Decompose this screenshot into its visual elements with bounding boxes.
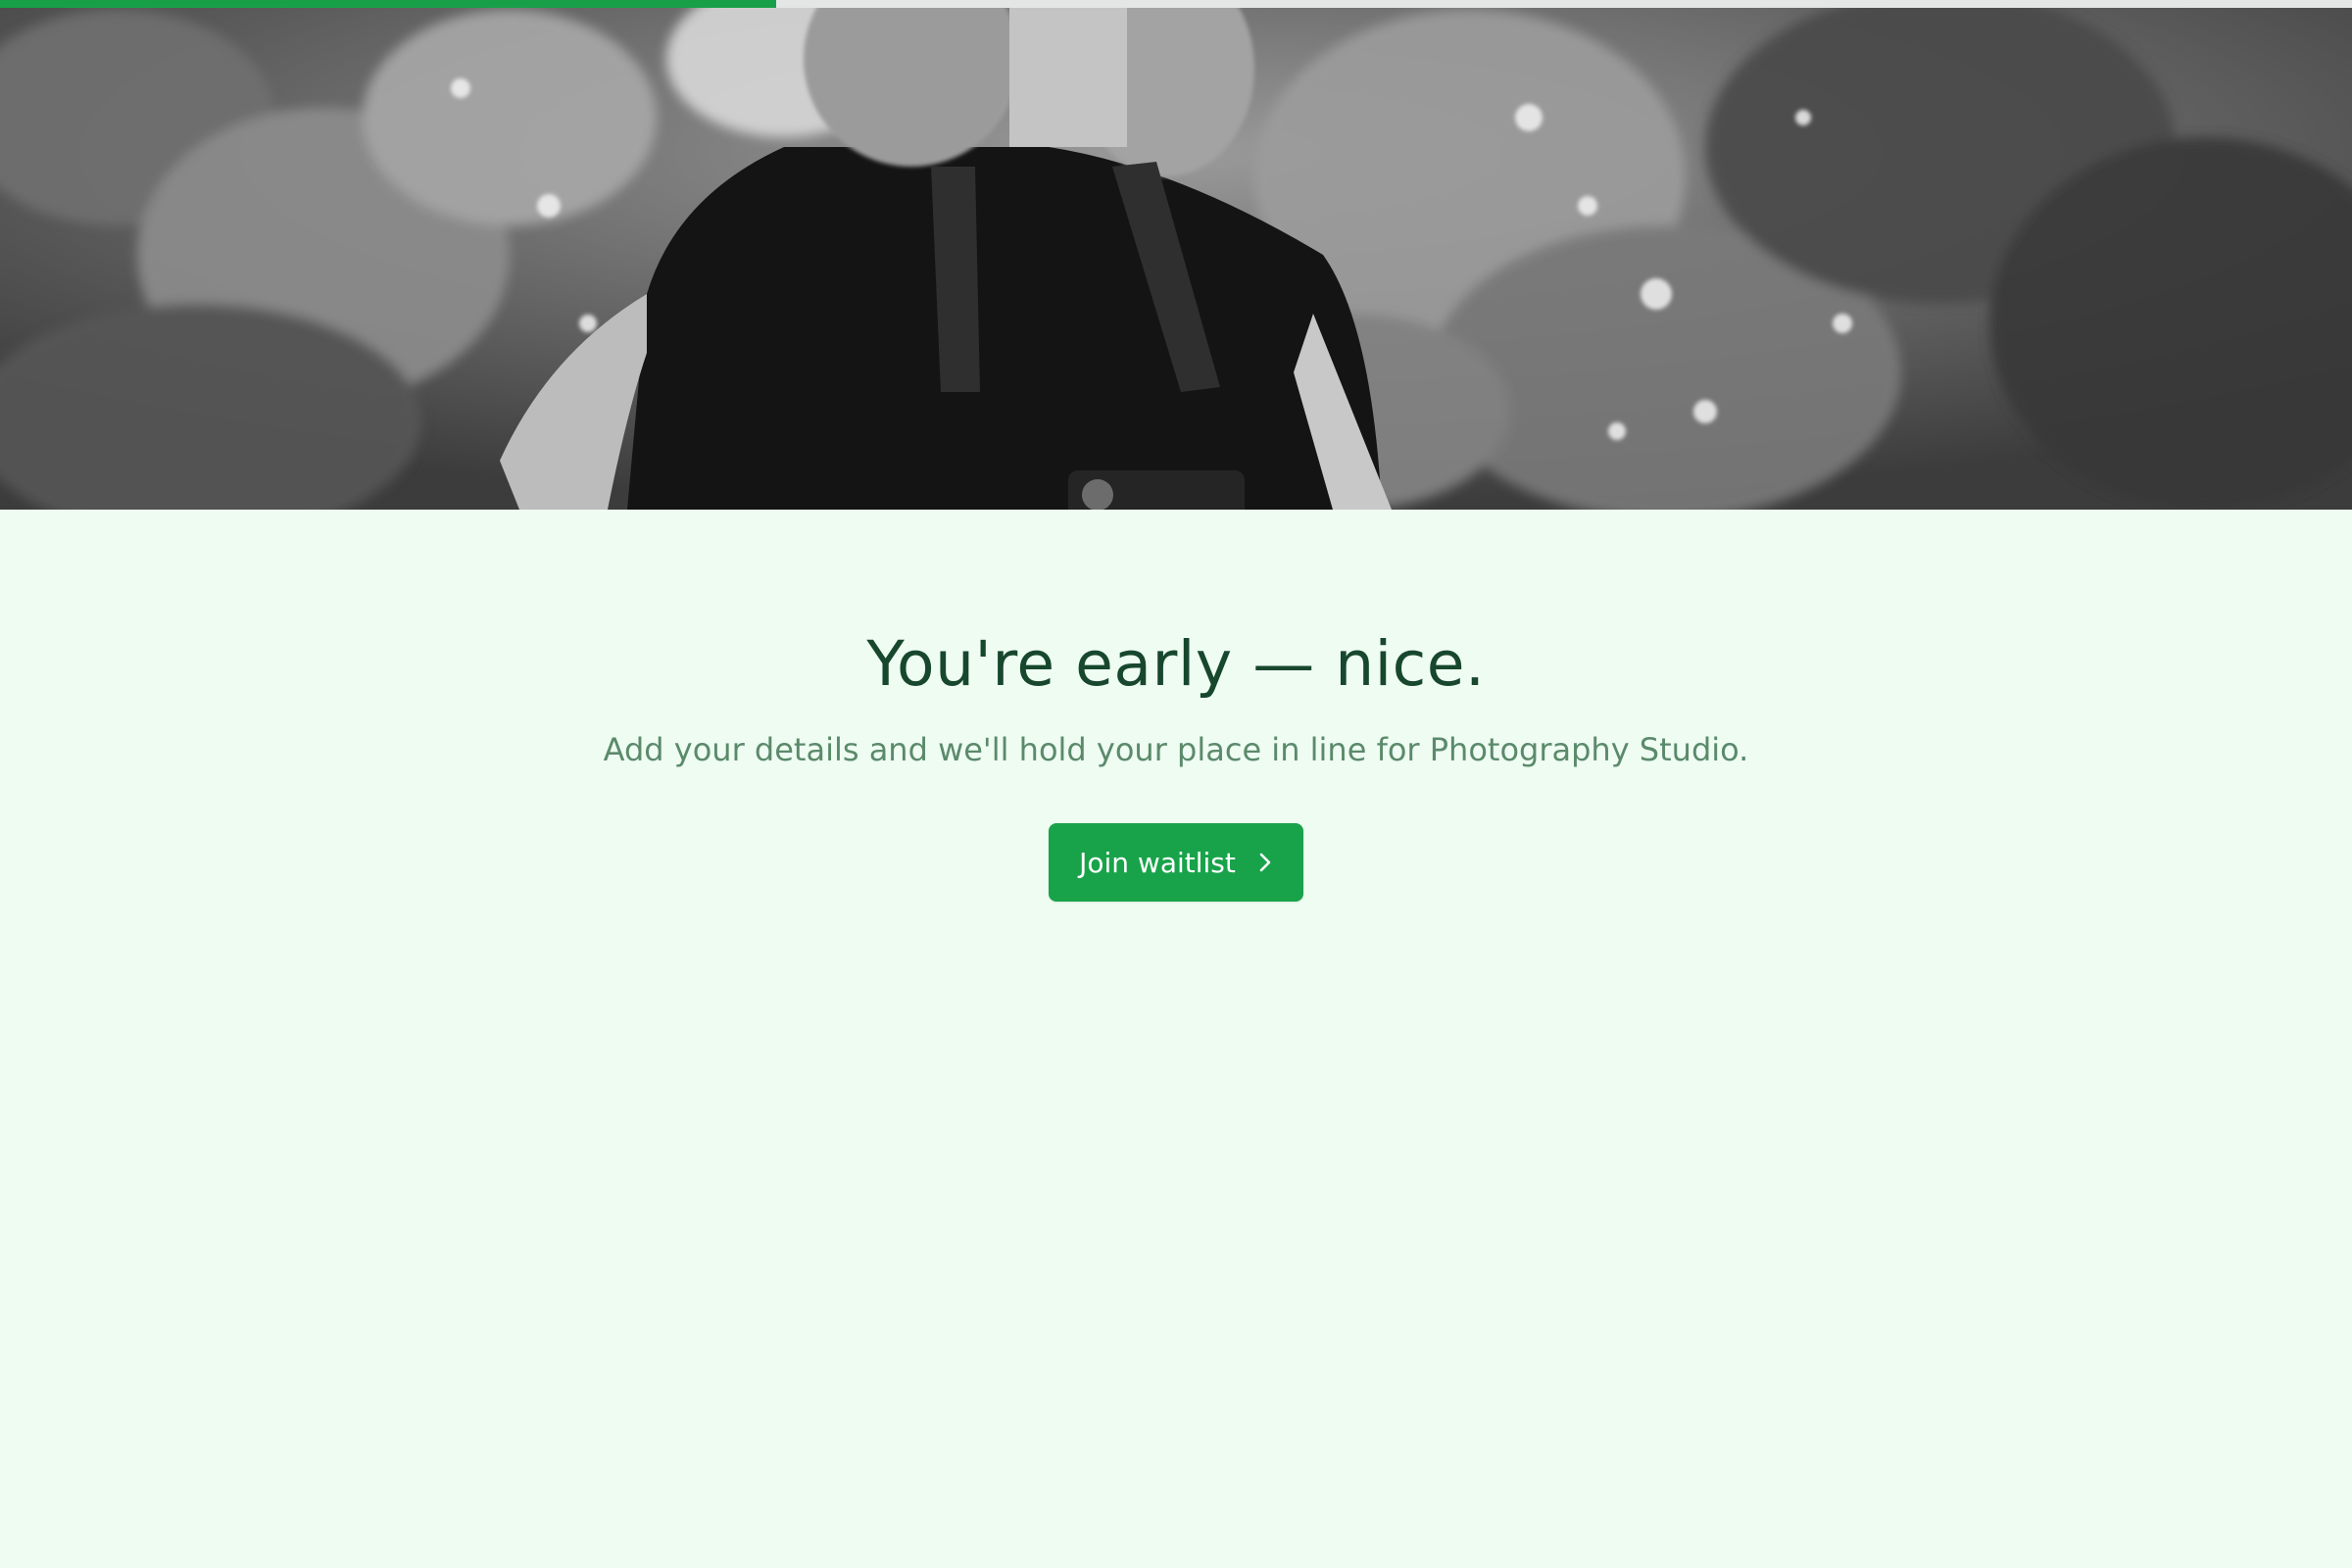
progress-bar (0, 0, 2352, 8)
page: You're early — nice. Add your details an… (0, 0, 2352, 1568)
chevron-right-icon (1257, 852, 1273, 873)
page-subtitle: Add your details and we'll hold your pla… (603, 731, 1749, 768)
progress-bar-fill (0, 0, 776, 8)
page-title: You're early — nice. (866, 628, 1486, 700)
hero-photo (0, 0, 2352, 510)
join-waitlist-label: Join waitlist (1079, 846, 1236, 879)
join-waitlist-button[interactable]: Join waitlist (1049, 823, 1303, 902)
